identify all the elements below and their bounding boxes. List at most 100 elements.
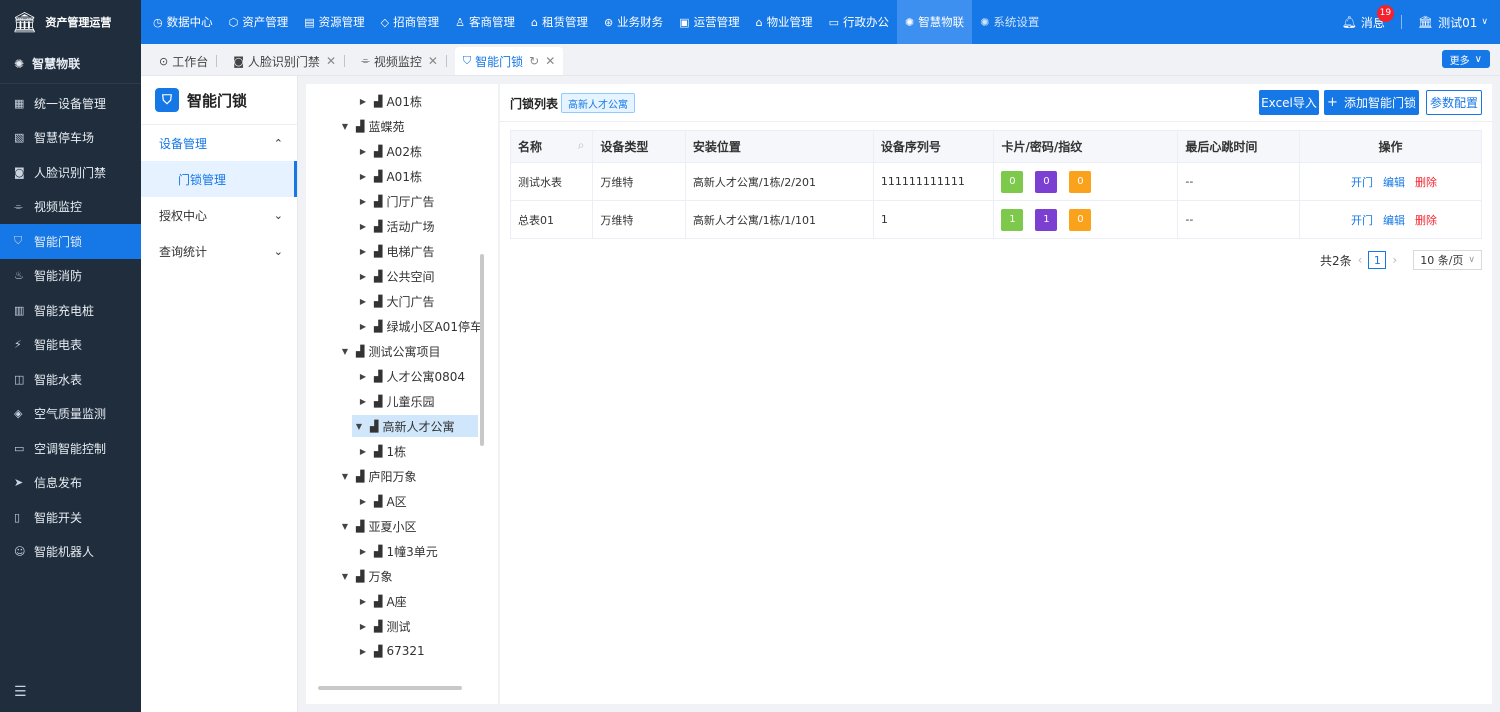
tree-node[interactable]: ▶ ▟ 人才公寓0804 — [356, 365, 465, 387]
tree-node[interactable]: ▶ ▟ 电梯广告 — [356, 240, 435, 262]
user-menu[interactable]: 🏛 测试01 ∨ — [1418, 14, 1488, 31]
close-icon[interactable]: ✕ — [428, 54, 438, 68]
tree-node[interactable]: ▶ ▟ A01栋 — [356, 165, 422, 187]
edit-link[interactable]: 编辑 — [1383, 212, 1405, 228]
search-icon[interactable]: ⌕ — [578, 138, 585, 153]
tree-node[interactable]: ▶ ▟ 绿城小区A01停车 — [356, 315, 482, 337]
sidebar-item-1[interactable]: ▧ 智慧停车场 — [0, 121, 141, 156]
topnav-item-5[interactable]: ⌂ 租赁管理 — [523, 0, 596, 44]
sidebar-item-6[interactable]: ▥ 智能充电桩 — [0, 293, 141, 328]
caret-right-icon[interactable]: ▶ — [356, 322, 370, 331]
add-lock-button[interactable]: + 添加智能门锁 — [1324, 90, 1419, 115]
caret-right-icon[interactable]: ▶ — [356, 272, 370, 281]
sidebar-item-8[interactable]: ◫ 智能水表 — [0, 362, 141, 397]
topnav-item-8[interactable]: ⌂ 物业管理 — [748, 0, 821, 44]
tree-node[interactable]: ▼ ▟ 亚夏小区 — [338, 515, 417, 537]
topnav-item-4[interactable]: ♙ 客商管理 — [447, 0, 523, 44]
tab-0[interactable]: ⊙ 工作台 — [151, 47, 225, 75]
tree-node[interactable]: ▶ ▟ A座 — [356, 590, 407, 612]
sidebar-item-13[interactable]: ☺ 智能机器人 — [0, 535, 141, 570]
topnav-item-2[interactable]: ▤ 资源管理 — [296, 0, 372, 44]
caret-right-icon[interactable]: ▶ — [356, 547, 370, 556]
topnav-item-3[interactable]: ◇ 招商管理 — [373, 0, 447, 44]
sidebar-item-3[interactable]: ⌯ 视频监控 — [0, 190, 141, 225]
location-tree[interactable]: ▶ ▟ A01栋 ▼ ▟ 蓝蝶苑 ▶ ▟ A02栋 ▶ ▟ A01栋 ▶ ▟ 门厅广告 ▶ ▟ 活动广场 ▶ ▟ 电梯广… — [306, 84, 498, 704]
current-page[interactable]: 1 — [1368, 251, 1387, 269]
tab-1[interactable]: ◙ 人脸识别门禁 ✕ — [225, 47, 353, 75]
sidebar-item-7[interactable]: ⚡ 智能电表 — [0, 328, 141, 363]
tree-node[interactable]: ▶ ▟ 1栋 — [356, 440, 406, 462]
topnav-item-0[interactable]: ◷ 数据中心 — [145, 0, 221, 44]
page-size-select[interactable]: 10 条/页 ∨ — [1413, 250, 1482, 270]
open-door-link[interactable]: 开门 — [1351, 212, 1373, 228]
caret-down-icon[interactable]: ▼ — [352, 422, 366, 431]
caret-down-icon[interactable]: ▼ — [338, 122, 352, 131]
caret-down-icon[interactable]: ▼ — [338, 472, 352, 481]
caret-right-icon[interactable]: ▶ — [356, 222, 370, 231]
tree-node[interactable]: ▶ ▟ 测试 — [356, 615, 411, 637]
submenu-group-2[interactable]: 查询统计 ⌄ — [141, 233, 297, 269]
caret-down-icon[interactable]: ▼ — [338, 347, 352, 356]
sidebar-item-4[interactable]: ⛉ 智能门锁 — [0, 224, 141, 259]
submenu-group-1[interactable]: 授权中心 ⌄ — [141, 197, 297, 233]
caret-right-icon[interactable]: ▶ — [356, 597, 370, 606]
delete-link[interactable]: 删除 — [1415, 212, 1437, 228]
caret-right-icon[interactable]: ▶ — [356, 97, 370, 106]
sidebar-item-0[interactable]: ▦ 统一设备管理 — [0, 86, 141, 121]
sidebar-item-2[interactable]: ◙ 人脸识别门禁 — [0, 155, 141, 190]
tree-node[interactable]: ▶ ▟ 67321 — [356, 640, 425, 662]
tree-vertical-scrollbar[interactable] — [480, 254, 484, 446]
tree-node[interactable]: ▼ ▟ 高新人才公寓 — [352, 415, 478, 437]
topnav-item-11[interactable]: ✺ 系统设置 — [972, 0, 1047, 44]
caret-right-icon[interactable]: ▶ — [356, 372, 370, 381]
more-tabs-button[interactable]: 更多 ∨ — [1441, 50, 1490, 68]
tree-node[interactable]: ▼ ▟ 蓝蝶苑 — [338, 115, 405, 137]
submenu-item-0-0[interactable]: 门锁管理 — [141, 161, 297, 197]
caret-right-icon[interactable]: ▶ — [356, 447, 370, 456]
caret-right-icon[interactable]: ▶ — [356, 172, 370, 181]
sidebar-item-9[interactable]: ◈ 空气质量监测 — [0, 397, 141, 432]
excel-import-button[interactable]: Excel导入 — [1259, 90, 1319, 115]
tree-node[interactable]: ▼ ▟ 庐阳万象 — [338, 465, 417, 487]
tree-horizontal-scrollbar[interactable] — [318, 686, 462, 690]
tree-node[interactable]: ▶ ▟ 公共空间 — [356, 265, 435, 287]
column-header-name[interactable]: 名称 ⌕ — [509, 130, 594, 163]
tree-node[interactable]: ▶ ▟ 1幢3单元 — [356, 540, 438, 562]
open-door-link[interactable]: 开门 — [1351, 174, 1373, 190]
tree-node[interactable]: ▼ ▟ 测试公寓项目 — [338, 340, 441, 362]
caret-right-icon[interactable]: ▶ — [356, 622, 370, 631]
tree-node[interactable]: ▼ ▟ 万象 — [338, 565, 393, 587]
sidebar-item-5[interactable]: ♨ 智能消防 — [0, 259, 141, 294]
tree-node[interactable]: ▶ ▟ 大门广告 — [356, 290, 435, 312]
edit-link[interactable]: 编辑 — [1383, 174, 1405, 190]
submenu-group-0[interactable]: 设备管理 ⌃ — [141, 125, 297, 161]
tree-node[interactable]: ▶ ▟ A02栋 — [356, 140, 422, 162]
sidebar-item-12[interactable]: ▯ 智能开关 — [0, 500, 141, 535]
close-icon[interactable]: ✕ — [326, 54, 336, 68]
next-page-icon[interactable]: › — [1392, 253, 1397, 267]
topnav-item-7[interactable]: ▣ 运营管理 — [671, 0, 747, 44]
topnav-item-1[interactable]: ⬡ 资产管理 — [221, 0, 297, 44]
caret-right-icon[interactable]: ▶ — [356, 397, 370, 406]
tab-3[interactable]: ⛉ 智能门锁 ↻ ✕ — [454, 47, 564, 75]
tree-node[interactable]: ▶ ▟ 儿童乐园 — [356, 390, 435, 412]
close-icon[interactable]: ✕ — [545, 54, 555, 68]
collapse-menu-icon[interactable]: ☰ — [14, 684, 27, 700]
refresh-icon[interactable]: ↻ — [529, 54, 539, 68]
tree-node[interactable]: ▶ ▟ 门厅广告 — [356, 190, 435, 212]
tab-2[interactable]: ⌯ 视频监控 ✕ — [353, 47, 455, 75]
caret-right-icon[interactable]: ▶ — [356, 497, 370, 506]
caret-right-icon[interactable]: ▶ — [356, 247, 370, 256]
delete-link[interactable]: 删除 — [1415, 174, 1437, 190]
tree-node[interactable]: ▶ ▟ A区 — [356, 490, 407, 512]
caret-right-icon[interactable]: ▶ — [356, 647, 370, 656]
sidebar-item-10[interactable]: ▭ 空调智能控制 — [0, 431, 141, 466]
caret-down-icon[interactable]: ▼ — [338, 572, 352, 581]
prev-page-icon[interactable]: ‹ — [1358, 253, 1363, 267]
brand[interactable]: 🏛 资产管理运营 — [0, 0, 141, 44]
caret-right-icon[interactable]: ▶ — [356, 147, 370, 156]
messages-button[interactable]: 🔔︎ 消息 19 — [1342, 4, 1395, 31]
caret-down-icon[interactable]: ▼ — [338, 522, 352, 531]
topnav-item-9[interactable]: ▭ 行政办公 — [821, 0, 897, 44]
tree-node[interactable]: ▶ ▟ 活动广场 — [356, 215, 435, 237]
